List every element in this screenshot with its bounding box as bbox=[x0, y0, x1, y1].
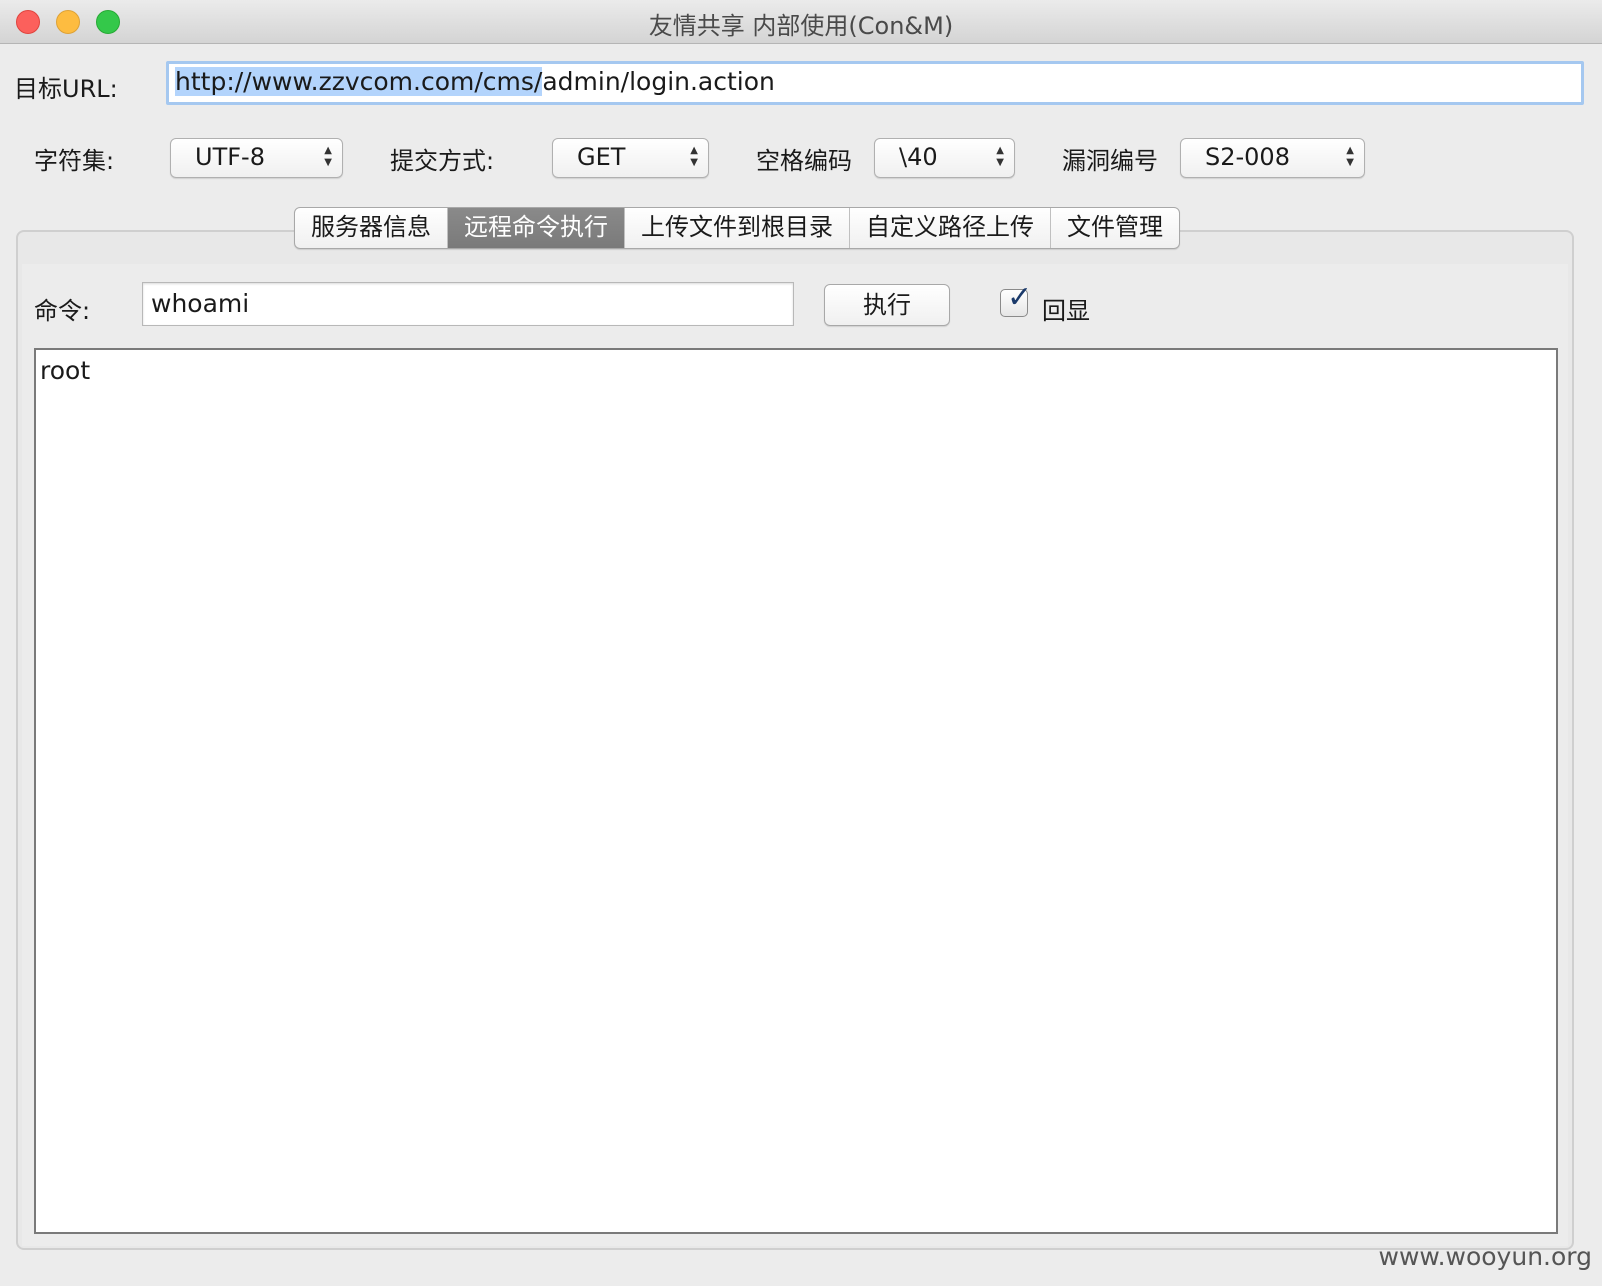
tab-remote-command[interactable]: 远程命令执行 bbox=[448, 208, 625, 248]
url-label: 目标URL: bbox=[14, 75, 118, 103]
url-rest-text: admin/login.action bbox=[542, 67, 775, 96]
select-arrows-icon: ▲ ▼ bbox=[996, 145, 1004, 168]
output-textarea[interactable]: root bbox=[34, 348, 1558, 1234]
tab-file-manager[interactable]: 文件管理 bbox=[1051, 208, 1179, 248]
echo-checkbox[interactable]: ✓ bbox=[1000, 283, 1032, 317]
echo-label: 回显 bbox=[1042, 297, 1090, 325]
checkmark-icon: ✓ bbox=[1007, 280, 1033, 315]
charset-select[interactable]: UTF-8 ▲ ▼ bbox=[170, 138, 343, 178]
watermark: www.wooyun.org bbox=[1378, 1242, 1592, 1271]
method-label: 提交方式: bbox=[390, 147, 495, 175]
window-title: 友情共享 内部使用(Con&M) bbox=[648, 12, 954, 40]
url-selected-text: http://www.zzvcom.com/cms/ bbox=[175, 67, 543, 96]
select-arrows-icon: ▲ ▼ bbox=[1346, 145, 1354, 168]
title-bar: 友情共享 内部使用(Con&M) bbox=[0, 0, 1602, 44]
charset-value: UTF-8 bbox=[195, 143, 265, 171]
tab-bar: 服务器信息 远程命令执行 上传文件到根目录 自定义路径上传 文件管理 bbox=[294, 207, 1180, 249]
charset-label: 字符集: bbox=[34, 147, 115, 175]
tab-server-info[interactable]: 服务器信息 bbox=[295, 208, 448, 248]
tab-upload-root[interactable]: 上传文件到根目录 bbox=[625, 208, 850, 248]
space-encoding-label: 空格编码 bbox=[756, 147, 852, 175]
execute-button[interactable]: 执行 bbox=[824, 284, 950, 326]
select-arrows-icon: ▲ ▼ bbox=[690, 145, 698, 168]
method-value: GET bbox=[577, 143, 626, 171]
tab-custom-path-upload[interactable]: 自定义路径上传 bbox=[850, 208, 1051, 248]
vuln-id-select[interactable]: S2-008 ▲ ▼ bbox=[1180, 138, 1365, 178]
method-select[interactable]: GET ▲ ▼ bbox=[552, 138, 709, 178]
space-encoding-value: \40 bbox=[899, 143, 938, 171]
command-label: 命令: bbox=[34, 297, 91, 325]
space-encoding-select[interactable]: \40 ▲ ▼ bbox=[874, 138, 1015, 178]
select-arrows-icon: ▲ ▼ bbox=[324, 145, 332, 168]
vuln-id-label: 漏洞编号 bbox=[1062, 147, 1158, 175]
command-input[interactable]: whoami bbox=[142, 282, 794, 326]
url-input[interactable]: http://www.zzvcom.com/cms/admin/login.ac… bbox=[166, 61, 1584, 105]
vuln-id-value: S2-008 bbox=[1205, 143, 1290, 171]
